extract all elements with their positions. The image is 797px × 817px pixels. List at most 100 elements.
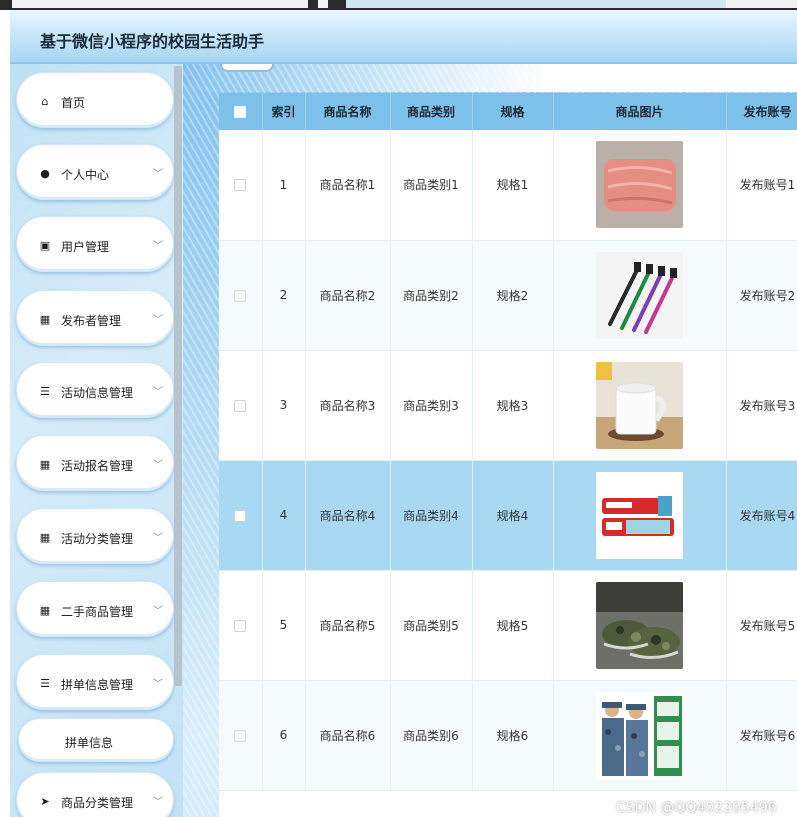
mug-image[interactable] xyxy=(596,361,683,449)
select-all-cell[interactable] xyxy=(219,93,263,130)
sidebar-item-9[interactable]: 拼单信息 xyxy=(18,718,174,762)
table-row[interactable]: 1 商品名称1 商品类别1 规格1 发布账号1 xyxy=(219,130,797,241)
sidebar-item-0[interactable]: ⌂ 首页 xyxy=(16,72,174,128)
table-row[interactable]: 5 商品名称5 商品类别5 规格5 发布账号5 xyxy=(219,570,797,681)
cell-image xyxy=(553,240,727,351)
sidebar-item-8[interactable]: ☰ 拼单信息管理 ﹀ xyxy=(16,654,174,710)
column-header-category[interactable]: 商品类别 xyxy=(390,93,473,130)
row-checkbox[interactable] xyxy=(234,399,247,412)
cell-category: 商品类别6 xyxy=(390,680,473,791)
app-title: 基于微信小程序的校园生活助手 xyxy=(40,32,265,51)
table-row[interactable]: 2 商品名称2 商品类别2 规格2 发布账号2 xyxy=(219,240,797,351)
cell-name: 商品名称3 xyxy=(305,350,391,461)
chevron-down-icon[interactable]: ﹀ xyxy=(153,793,163,808)
sidebar-item-label: 活动分类管理 xyxy=(61,532,134,546)
column-header-spec[interactable]: 规格 xyxy=(472,93,554,130)
content-toolbar xyxy=(183,64,797,92)
sidebar-item-label: 二手商品管理 xyxy=(61,605,134,619)
toothbrush-image[interactable] xyxy=(596,251,683,339)
cell-category: 商品类别4 xyxy=(390,460,473,571)
chevron-down-icon[interactable]: ﹀ xyxy=(153,529,163,544)
row-select-cell[interactable] xyxy=(219,680,263,791)
row-checkbox[interactable] xyxy=(234,729,247,742)
cell-image xyxy=(553,350,727,461)
cell-category: 商品类别2 xyxy=(390,240,473,351)
row-select-cell[interactable] xyxy=(219,350,263,461)
row-select-cell[interactable] xyxy=(219,240,263,351)
row-checkbox[interactable] xyxy=(234,289,247,302)
row-checkbox[interactable] xyxy=(234,509,247,522)
column-header-name[interactable]: 商品名称 xyxy=(305,93,391,130)
chevron-down-icon[interactable]: ﹀ xyxy=(153,165,163,180)
cell-index: 1 xyxy=(262,130,306,241)
chevron-down-icon[interactable]: ﹀ xyxy=(153,311,163,326)
row-checkbox[interactable] xyxy=(234,619,247,632)
column-header-account[interactable]: 发布账号 xyxy=(726,93,797,130)
sidebar-item-label: 用户管理 xyxy=(61,240,110,254)
row-select-cell[interactable] xyxy=(219,460,263,571)
sidebar-item-4[interactable]: ☰ 活动信息管理 ﹀ xyxy=(16,362,174,418)
cell-index: 2 xyxy=(262,240,306,351)
cell-name: 商品名称1 xyxy=(305,130,391,241)
camo-uniform-image[interactable] xyxy=(596,691,683,779)
product-table: 索引 商品名称 商品类别 规格 商品图片 发布账号 1 商品名称1 商品类别1 规格1… xyxy=(219,93,797,791)
sidebar-item-2[interactable]: ▣ 用户管理 ﹀ xyxy=(16,216,174,272)
app-window: 基于微信小程序的校园生活助手 ⌂ 首页 ● 个人中心 ﹀ ▣ 用户管理 ﹀ ▦ 发布者管理 ﹀ ☰ 活动… xyxy=(10,10,797,817)
sidebar-item-label: 活动信息管理 xyxy=(61,386,134,400)
select-all-checkbox[interactable] xyxy=(234,106,247,118)
cell-name: 商品名称4 xyxy=(305,460,391,571)
row-select-cell[interactable] xyxy=(219,570,263,681)
row-checkbox[interactable] xyxy=(234,179,247,192)
search-button-edge[interactable] xyxy=(220,64,274,72)
sidebar-scrollbar[interactable] xyxy=(174,66,182,686)
sidebar-item-3[interactable]: ▦ 发布者管理 ﹀ xyxy=(16,290,174,346)
clipboard-icon: ▣ xyxy=(39,239,51,252)
table-row[interactable]: 3 商品名称3 商品类别3 规格3 发布账号3 xyxy=(219,350,797,461)
grid-icon: ▦ xyxy=(39,604,51,617)
cell-name: 商品名称6 xyxy=(305,680,391,791)
sidebar-item-7[interactable]: ▦ 二手商品管理 ﹀ xyxy=(16,581,174,637)
cell-spec: 规格4 xyxy=(472,460,554,571)
cell-image xyxy=(553,460,727,571)
sidebar-item-label: 发布者管理 xyxy=(61,314,122,328)
list-icon: ☰ xyxy=(40,385,50,398)
toothpaste-image[interactable] xyxy=(596,471,683,559)
cell-index: 6 xyxy=(262,680,306,791)
chevron-down-icon[interactable]: ﹀ xyxy=(153,383,163,398)
user-icon: ● xyxy=(40,167,50,180)
row-select-cell[interactable] xyxy=(219,130,263,241)
browser-top-strip xyxy=(0,0,797,10)
cell-index: 4 xyxy=(262,460,306,571)
cell-image xyxy=(553,570,727,681)
sidebar-item-label: 商品分类管理 xyxy=(61,796,134,810)
column-header-image[interactable]: 商品图片 xyxy=(553,93,727,130)
cell-name: 商品名称5 xyxy=(305,570,391,681)
cell-spec: 规格3 xyxy=(472,350,554,461)
column-header-index[interactable]: 索引 xyxy=(262,93,306,130)
table-row[interactable]: 4 商品名称4 商品类别4 规格4 发布账号4 xyxy=(219,460,797,571)
sidebar-item-1[interactable]: ● 个人中心 ﹀ xyxy=(16,144,174,200)
sidebar-item-5[interactable]: ▦ 活动报名管理 ﹀ xyxy=(16,435,174,491)
sidebar-item-10[interactable]: ➤ 商品分类管理 ﹀ xyxy=(16,772,174,817)
cell-category: 商品类别5 xyxy=(390,570,473,681)
chevron-down-icon[interactable]: ﹀ xyxy=(153,602,163,617)
cell-image xyxy=(553,680,727,791)
cell-category: 商品类别3 xyxy=(390,350,473,461)
cell-index: 3 xyxy=(262,350,306,461)
chevron-down-icon[interactable]: ﹀ xyxy=(153,456,163,471)
table-header-row: 索引 商品名称 商品类别 规格 商品图片 发布账号 xyxy=(219,93,797,130)
watermark: CSDN @QQ402205496 xyxy=(616,800,777,816)
cell-spec: 规格5 xyxy=(472,570,554,681)
chevron-down-icon[interactable]: ﹀ xyxy=(153,237,163,252)
cell-account: 发布账号3 xyxy=(726,350,797,461)
cell-account: 发布账号5 xyxy=(726,570,797,681)
sidebar-item-label: 拼单信息管理 xyxy=(61,678,134,692)
send-icon: ➤ xyxy=(40,795,50,808)
sidebar-item-label: 首页 xyxy=(61,96,86,110)
cell-index: 5 xyxy=(262,570,306,681)
chevron-down-icon[interactable]: ﹀ xyxy=(153,675,163,690)
sidebar-item-6[interactable]: ▦ 活动分类管理 ﹀ xyxy=(16,508,174,564)
camo-shoes-image[interactable] xyxy=(596,581,683,669)
blanket-image[interactable] xyxy=(596,141,683,229)
table-row[interactable]: 6 商品名称6 商品类别6 规格6 发布账号6 xyxy=(219,680,797,791)
